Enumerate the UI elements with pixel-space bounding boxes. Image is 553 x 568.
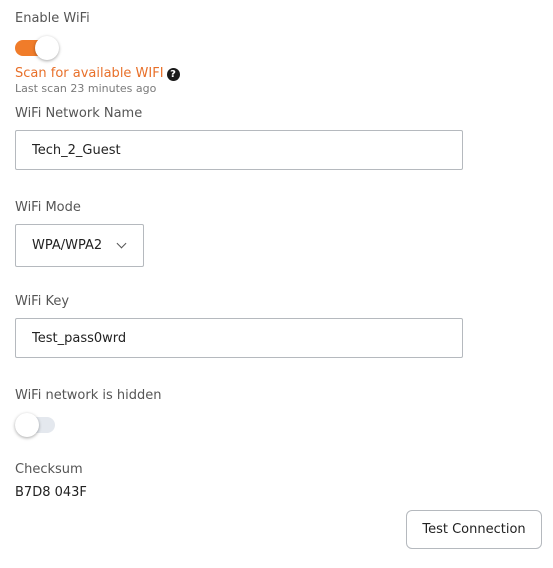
enable-wifi-toggle[interactable]: [15, 36, 59, 60]
wifi-mode-label: WiFi Mode: [15, 200, 81, 215]
enable-wifi-label: Enable WiFi: [15, 11, 90, 26]
hidden-network-toggle[interactable]: [15, 413, 55, 437]
test-connection-button[interactable]: Test Connection: [406, 510, 542, 549]
checksum-value: B7D8 043F: [15, 485, 87, 500]
checksum-label: Checksum: [15, 462, 83, 477]
network-name-input[interactable]: [15, 130, 463, 170]
wifi-key-label: WiFi Key: [15, 294, 70, 309]
chevron-down-icon: [116, 238, 127, 249]
toggle-knob: [35, 36, 59, 60]
last-scan-text: Last scan 23 minutes ago: [15, 82, 157, 95]
hidden-network-label: WiFi network is hidden: [15, 388, 162, 403]
wifi-mode-value: WPA/WPA2: [32, 238, 103, 253]
scan-wifi-link[interactable]: Scan for available WIFI ?: [15, 66, 180, 82]
question-circle-icon[interactable]: ?: [166, 67, 180, 81]
wifi-key-input[interactable]: [15, 318, 463, 358]
network-name-label: WiFi Network Name: [15, 106, 143, 121]
wifi-mode-select[interactable]: WPA/WPA2: [15, 224, 144, 267]
scan-wifi-label: Scan for available WIFI: [15, 66, 164, 81]
toggle-knob: [15, 413, 39, 437]
